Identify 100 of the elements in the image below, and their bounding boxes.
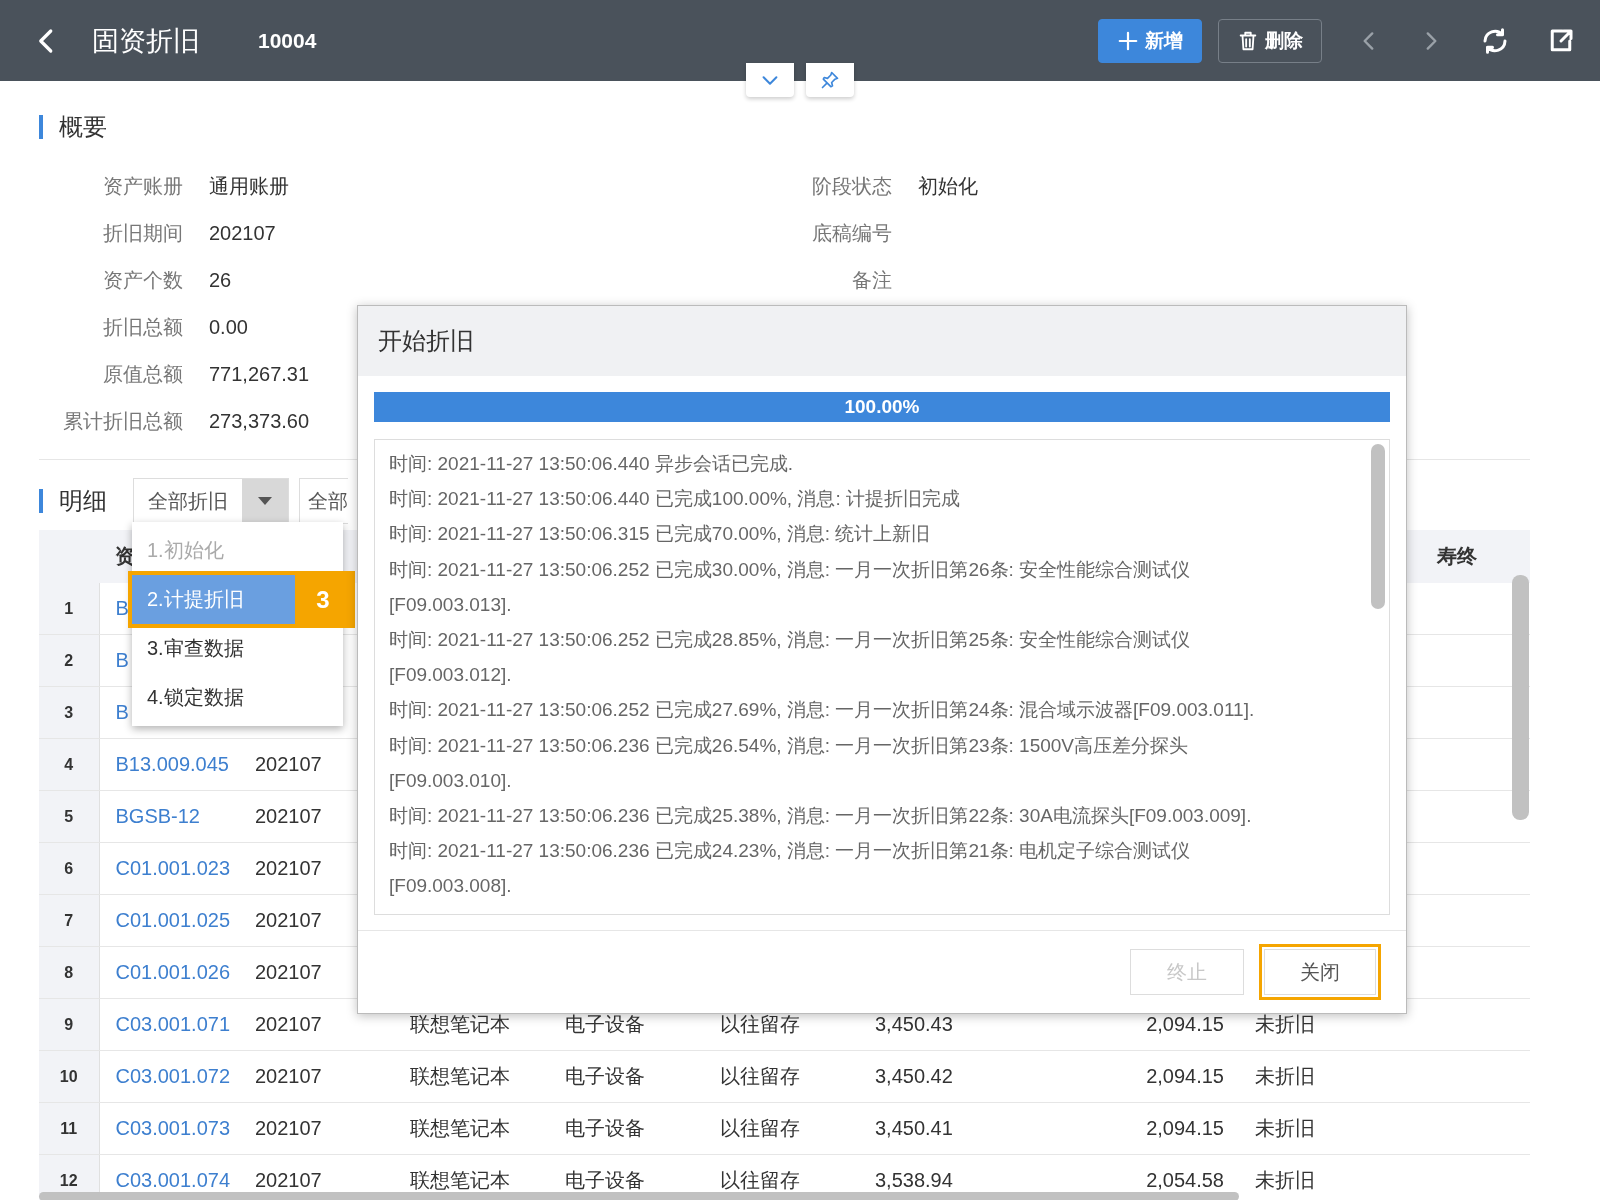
log-entry: 时间: 2021-11-27 13:50:06.236 已完成26.54%, 消息: 一月一次折旧第23条: 1500V高压差分探头[F09.003.010]. <box>389 733 1190 793</box>
row-number: 6 <box>64 859 74 877</box>
pin-icon <box>820 70 840 90</box>
table-cell: 未折旧 <box>1255 1065 1315 1087</box>
field-label: 累计折旧总额 <box>62 409 183 434</box>
asset-code-link[interactable]: C01.001.023 <box>115 857 231 879</box>
column-header: 资 <box>115 545 135 567</box>
log-entry: 时间: 2021-11-27 13:50:06.236 已完成25.38%, 消息: 一月一次折旧第22条: 30A电流探头[F09.003.009]. <box>389 804 1253 829</box>
asset-code-link[interactable]: C03.001.074 <box>115 1169 231 1191</box>
delete-button[interactable]: 删除 <box>1218 18 1322 63</box>
add-button[interactable]: 新增 <box>1098 18 1202 63</box>
table-cell: 202107 <box>255 1013 322 1035</box>
table-cell: 202107 <box>255 805 322 827</box>
table-cell: 未折旧 <box>1255 1169 1315 1191</box>
log-entry: 时间: 2021-11-27 13:50:06.315 已完成70.00%, 消息: 统计上新旧 <box>389 522 932 547</box>
asset-code-link[interactable]: C03.001.072 <box>115 1065 231 1087</box>
scrollbar[interactable] <box>1371 444 1385 609</box>
log-entry: 时间: 2021-11-27 13:50:06.252 已完成27.69%, 消息: 一月一次折旧第24条: 混合域示波器[F09.003.011]. <box>389 698 1256 723</box>
table-cell: 电子设备 <box>565 1065 645 1087</box>
table-cell: 联想笔记本 <box>410 1013 510 1035</box>
table-cell: 3,538.94 <box>875 1169 953 1191</box>
table-cell: 以往留存 <box>720 1117 800 1139</box>
field-value: 0.00 <box>209 316 248 339</box>
trash-icon <box>1237 29 1259 52</box>
field-value: 273,373.60 <box>209 410 310 433</box>
dialog-title: 开始折旧 <box>378 326 474 356</box>
filter-dropdown[interactable]: 全部 <box>299 478 348 524</box>
table-cell: 202107 <box>255 1065 322 1087</box>
scrollbar[interactable] <box>39 1192 1239 1200</box>
section-title: 概要 <box>59 112 107 142</box>
row-number: 2 <box>64 651 74 669</box>
asset-code-link[interactable]: C01.001.026 <box>115 961 231 983</box>
pin-button[interactable] <box>806 63 854 97</box>
field-value: 26 <box>209 269 232 292</box>
section-marker <box>39 489 43 513</box>
table-cell: 202107 <box>255 1117 322 1139</box>
table-cell: 2,054.58 <box>1146 1169 1224 1191</box>
asset-code-link[interactable]: C01.001.025 <box>115 909 231 931</box>
field-value: 初始化 <box>918 174 978 199</box>
table-cell: 以往留存 <box>720 1169 800 1191</box>
table-cell: 电子设备 <box>565 1169 645 1191</box>
asset-code-link[interactable]: B <box>115 597 129 619</box>
field-label: 原值总额 <box>102 362 183 387</box>
field-label: 阶段状态 <box>811 174 892 199</box>
table-cell: 联想笔记本 <box>410 1117 510 1139</box>
collapse-button[interactable] <box>746 63 794 97</box>
table-cell: 202107 <box>255 857 322 879</box>
field-label: 折旧总额 <box>102 315 183 340</box>
table-cell: 联想笔记本 <box>410 1169 510 1191</box>
section-marker <box>39 115 43 139</box>
row-number: 4 <box>64 755 74 773</box>
menu-item[interactable]: 3.审查数据 <box>132 624 343 673</box>
scrollbar[interactable] <box>1512 575 1529 820</box>
table-cell: 202107 <box>255 961 322 983</box>
log-entry: 时间: 2021-11-27 13:50:06.440 异步会话已完成. <box>389 452 795 476</box>
log-entry: 时间: 2021-11-27 13:50:06.252 已完成28.85%, 消息: 一月一次折旧第25条: 安全性能综合测试仪[F09.003.012]. <box>389 628 1192 688</box>
row-number: 3 <box>64 703 74 721</box>
table-cell: 未折旧 <box>1255 1013 1315 1035</box>
table-cell: 202107 <box>255 753 322 775</box>
asset-code-link[interactable]: B <box>115 701 129 723</box>
step-badge: 3 <box>295 575 351 624</box>
field-label: 资产账册 <box>102 174 183 199</box>
filter-dropdown[interactable]: 全部折旧 <box>133 478 289 524</box>
plus-icon <box>1117 29 1139 52</box>
row-number: 11 <box>60 1119 78 1137</box>
log-entry: 时间: 2021-11-27 13:50:06.440 已完成100.00%, 消息: 计提折旧完成 <box>389 487 961 512</box>
log-entry: 时间: 2021-11-27 13:50:06.252 已完成30.00%, 消息: 一月一次折旧第26条: 安全性能综合测试仪[F09.003.013]. <box>389 557 1192 617</box>
table-cell: 202107 <box>255 909 322 931</box>
log-entry: 时间: 2021-11-27 13:50:06.236 已完成24.23%, 消息: 一月一次折旧第21条: 电机定子综合测试仪[F09.003.008]. <box>389 839 1192 899</box>
caret-icon <box>258 497 272 505</box>
table-cell: 未折旧 <box>1255 1117 1315 1139</box>
row-number: 8 <box>64 963 74 981</box>
progress-reading: 100.00% <box>844 396 920 418</box>
field-label: 底稿编号 <box>811 221 892 246</box>
table-cell: 2,094.15 <box>1146 1065 1224 1087</box>
row-number: 12 <box>59 1171 78 1189</box>
field-label: 资产个数 <box>102 268 183 293</box>
asset-code-link[interactable]: BGSB-12 <box>115 805 200 827</box>
table-cell: 以往留存 <box>720 1065 800 1087</box>
table-cell: 以往留存 <box>720 1013 800 1035</box>
menu-item[interactable]: 4.锁定数据 <box>132 673 343 722</box>
record-number: 10004 <box>258 28 317 53</box>
table-cell: 2,094.15 <box>1146 1013 1224 1035</box>
page-title: 固资折旧 <box>92 24 200 58</box>
field-value: 202107 <box>209 222 276 245</box>
asset-code-link[interactable]: C03.001.073 <box>115 1117 231 1139</box>
field-value: 通用账册 <box>209 174 289 199</box>
table-cell: 202107 <box>255 1169 322 1191</box>
table-cell: 电子设备 <box>565 1117 645 1139</box>
asset-code-link[interactable]: B13.009.045 <box>115 753 229 775</box>
table-cell: 2,094.15 <box>1146 1117 1224 1139</box>
asset-code-link[interactable]: B <box>115 649 129 671</box>
field-label: 折旧期间 <box>102 221 183 246</box>
row-number: 7 <box>64 911 74 929</box>
asset-code-link[interactable]: C03.001.071 <box>115 1013 231 1035</box>
column-header: 寿终 <box>1437 545 1477 567</box>
field-value: 771,267.31 <box>209 363 310 386</box>
table-cell: 电子设备 <box>565 1013 645 1035</box>
row-number: 5 <box>64 807 74 825</box>
section-title: 明细 <box>59 486 107 516</box>
